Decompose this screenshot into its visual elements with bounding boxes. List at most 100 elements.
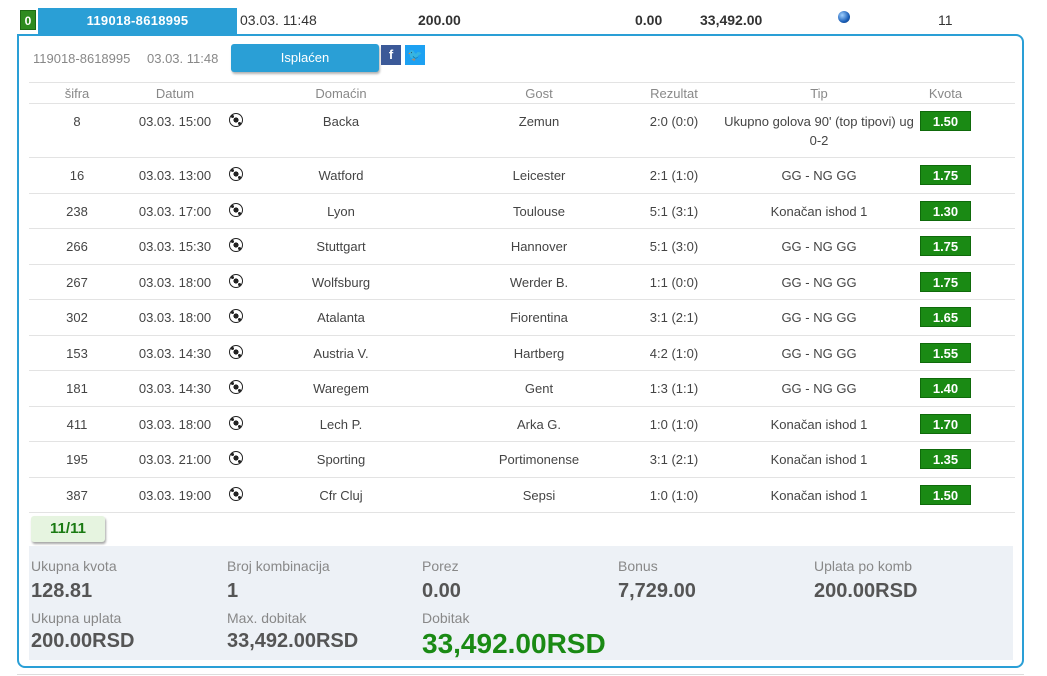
cell-gost: Zemun (518, 114, 560, 129)
max-win: Max. dobitak 33,492.00RSD (227, 610, 358, 653)
combinations: Broj kombinacija 1 (227, 558, 330, 603)
col-header-kvota: Kvota (928, 86, 963, 101)
cell-domacin: Wolfsburg (311, 274, 371, 290)
cell-rezultat: 1:3 (1:1) (649, 381, 699, 396)
cell-rezultat: 3:1 (2:1) (649, 452, 699, 467)
col-header-rezultat: Rezultat (650, 86, 698, 101)
col-header-sifra: šifra (64, 86, 90, 101)
cell-tip: GG - NG GG (781, 274, 857, 290)
col-header-tip: Tip (810, 86, 828, 101)
cell-domacin: Backa (322, 114, 360, 129)
combinations-label: Broj kombinacija (227, 558, 330, 574)
soccer-ball-icon (229, 309, 243, 323)
odds-badge: 1.50 (920, 111, 971, 131)
cell-datum: 03.03. 18:00 (138, 416, 212, 432)
win-value: 33,492.00RSD (422, 628, 606, 659)
soccer-ball-icon (229, 273, 243, 288)
table-row: 267 03.03. 18:00 Wolfsburg Werder B. 1:1 (0:… (29, 265, 1015, 300)
ticket-tax: 0.00 (635, 12, 663, 28)
stake-per-combination-value: 200.00RSD (814, 580, 918, 602)
max-win-value: 33,492.00RSD (227, 630, 359, 652)
cell-datum: 03.03. 18:00 (138, 310, 212, 325)
facebook-share-icon[interactable]: f (381, 45, 401, 65)
cell-domacin: Austria V. (313, 345, 369, 361)
cell-rezultat: 1:0 (1:0) (649, 487, 699, 503)
cell-gost: Hartberg (513, 345, 565, 361)
odds-badge: 1.35 (920, 449, 971, 469)
soccer-ball-icon (229, 238, 243, 252)
ticket-detail-datetime: 03.03. 11:48 (147, 51, 219, 66)
odds-badge: 1.75 (920, 236, 971, 256)
col-header-gost: Gost (525, 86, 553, 101)
cell-datum: 03.03. 17:00 (138, 203, 212, 219)
ticket-detail-header: 119018-8618995 03.03. 11:48 Isplaćen f 🐦 (33, 44, 1013, 74)
combinations-value: 1 (227, 580, 239, 602)
cell-sifra: 238 (66, 203, 88, 219)
cell-rezultat: 2:0 (0:0) (649, 114, 699, 129)
matches-table: šifra Datum Domaćin Gost Rezultat Tip Kv… (29, 82, 1015, 513)
col-header-domacin: Domaćin (315, 86, 367, 101)
total-odds-label: Ukupna kvota (31, 558, 117, 574)
globe-icon (838, 11, 850, 23)
ticket-count: 11 (938, 12, 953, 28)
cell-gost: Fiorentina (510, 310, 568, 325)
bonus: Bonus 7,729.00 (618, 558, 696, 603)
matches-table-header: šifra Datum Domaćin Gost Rezultat Tip Kv… (29, 82, 1015, 104)
cell-tip: GG - NG GG (781, 345, 857, 361)
matches-count-badge: 11/11 (31, 516, 105, 542)
ticket-summary-row[interactable]: 0 119018-8618995 03.03. 11:48 200.00 0.0… (18, 8, 1022, 34)
table-row: 302 03.03. 18:00 Atalanta Fiorentina 3:1 (2:… (29, 300, 1015, 336)
odds-badge: 1.40 (920, 378, 971, 398)
table-row: 181 03.03. 14:30 Waregem Gent 1:3 (1:1) GG - … (29, 371, 1015, 407)
soccer-ball-icon (229, 451, 243, 465)
cell-rezultat: 5:1 (3:0) (649, 239, 699, 254)
cell-gost: Gent (524, 381, 554, 396)
cell-tip: Konačan ishod 1 (770, 487, 868, 503)
twitter-share-icon[interactable]: 🐦 (405, 45, 425, 65)
odds-badge: 1.50 (920, 484, 971, 505)
cell-domacin: Lyon (327, 203, 355, 219)
tax-label: Porez (422, 558, 459, 574)
cell-gost: Werder B. (509, 274, 569, 290)
win: Dobitak 33,492.00RSD (422, 610, 606, 660)
cell-domacin: Sporting (316, 452, 366, 467)
cell-sifra: 266 (66, 239, 88, 254)
soccer-ball-icon (229, 415, 243, 430)
tax: Porez 0.00 (422, 558, 461, 603)
ticket-id-tab[interactable]: 119018-8618995 (38, 8, 237, 34)
max-win-label: Max. dobitak (227, 610, 307, 626)
cell-tip: GG - NG GG (781, 310, 857, 325)
total-odds: Ukupna kvota 128.81 (31, 558, 117, 603)
odds-badge: 1.30 (920, 200, 971, 221)
divider (17, 674, 1024, 675)
soccer-ball-icon (229, 167, 243, 181)
cell-sifra: 387 (66, 487, 88, 503)
cell-tip: Konačan ishod 1 (770, 203, 868, 219)
soccer-ball-icon (229, 113, 243, 127)
soccer-ball-icon (229, 380, 243, 394)
bonus-value: 7,729.00 (618, 580, 696, 602)
table-row: 195 03.03. 21:00 Sporting Portimonense 3:1 (… (29, 442, 1015, 478)
cell-domacin: Atalanta (317, 310, 365, 325)
cell-tip: Konačan ishod 1 (770, 416, 868, 432)
cell-gost: Arka G. (516, 416, 562, 432)
cell-datum: 03.03. 18:00 (138, 274, 212, 290)
total-stake-value: 200.00RSD (31, 630, 135, 652)
ticket-stake: 200.00 (418, 12, 461, 28)
table-row: 16 03.03. 13:00 Watford Leicester 2:1 (1:0) G… (29, 158, 1015, 194)
status-number-badge: 0 (20, 10, 36, 30)
cell-tip: Ukupno golova 90' (top tipovi) ug 0-2 (724, 114, 914, 148)
ticket-datetime: 03.03. 11:48 (240, 12, 317, 28)
cell-tip: Konačan ishod 1 (770, 452, 868, 467)
tax-value: 0.00 (422, 580, 461, 602)
cell-sifra: 181 (66, 381, 88, 396)
cell-rezultat: 2:1 (1:0) (649, 168, 699, 183)
bonus-label: Bonus (618, 558, 658, 574)
ticket-totals: Ukupna kvota 128.81 Broj kombinacija 1 P… (29, 546, 1013, 660)
cell-gost: Portimonense (498, 452, 580, 467)
stake-per-combination-label: Uplata po komb (814, 558, 913, 574)
cell-rezultat: 3:1 (2:1) (649, 310, 699, 325)
paid-status-button[interactable]: Isplaćen (231, 44, 379, 72)
total-stake: Ukupna uplata 200.00RSD (31, 610, 134, 653)
table-row: 153 03.03. 14:30 Austria V. Hartberg 4:2 (1:… (29, 336, 1015, 371)
